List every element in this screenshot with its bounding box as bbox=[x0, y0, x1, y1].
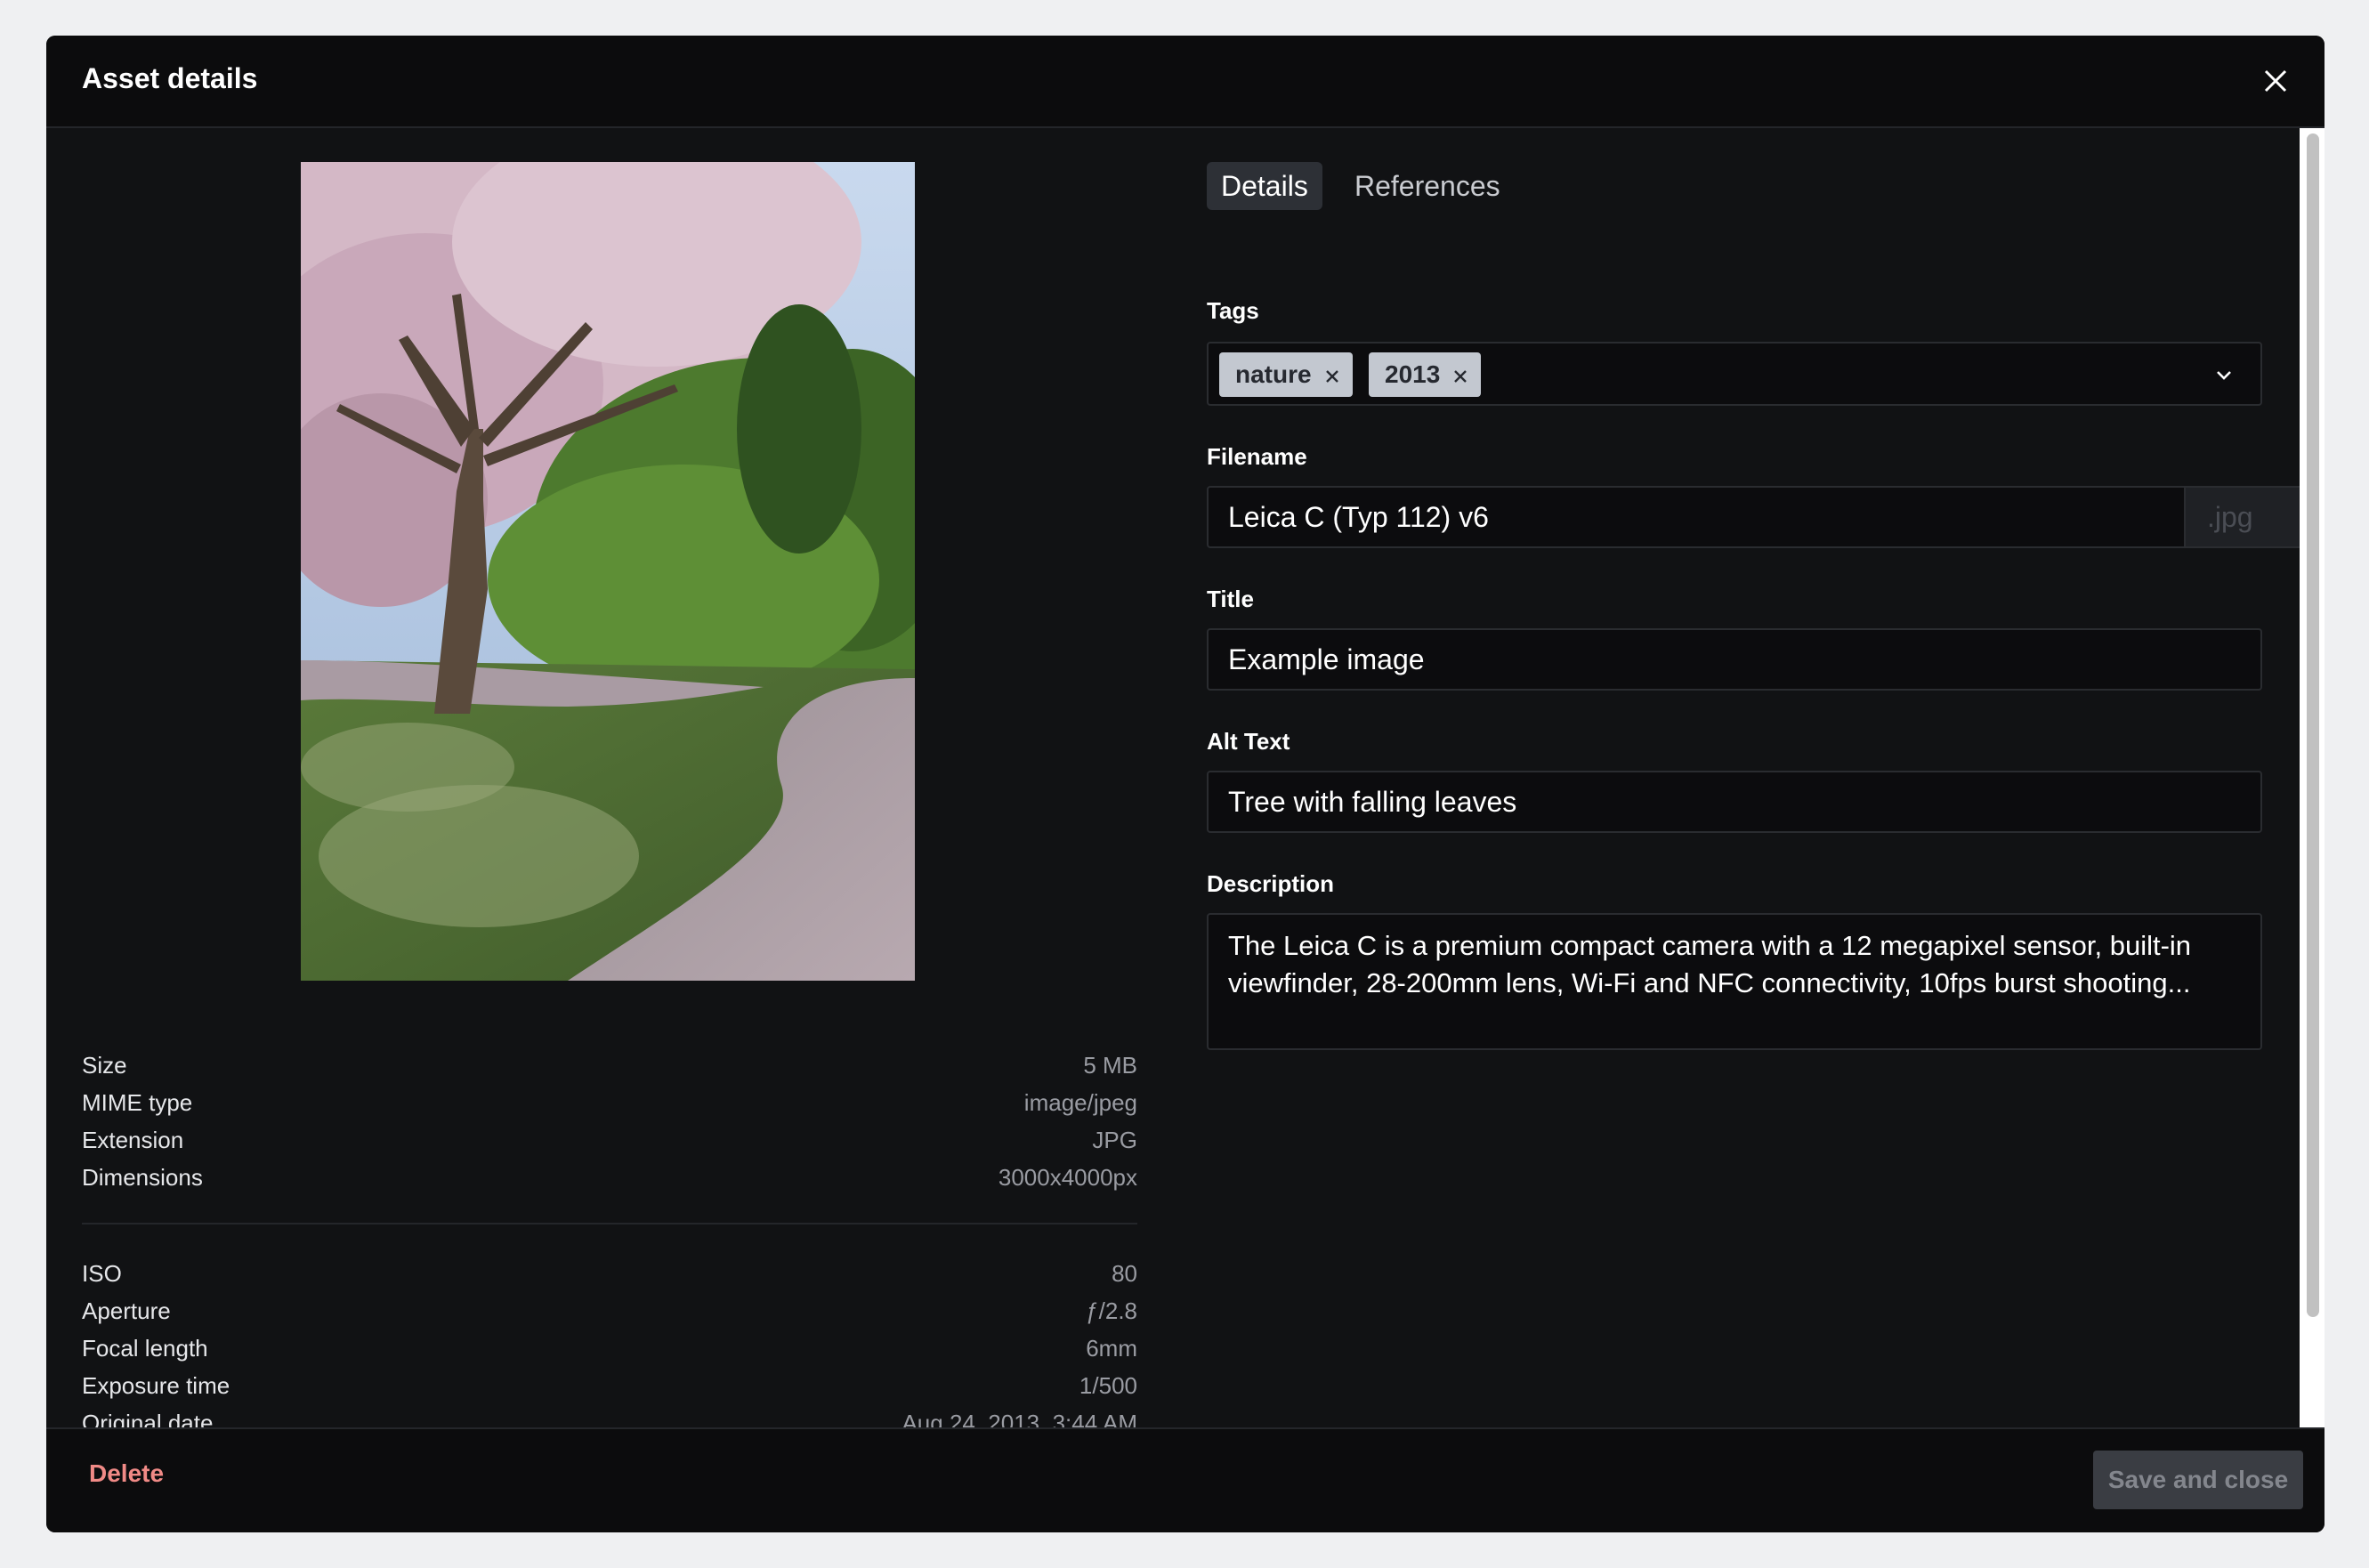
tags-label: Tags bbox=[1207, 297, 1259, 324]
remove-tag-icon[interactable] bbox=[1452, 368, 1468, 384]
meta-row-exposure-time: Exposure time 1/500 bbox=[82, 1367, 1137, 1404]
meta-row-size: Size 5 MB bbox=[82, 1047, 1137, 1084]
meta-value: 1/500 bbox=[1079, 1372, 1137, 1399]
close-icon bbox=[2264, 69, 2287, 93]
title-input[interactable]: Example image bbox=[1207, 628, 2262, 691]
alt-text-label: Alt Text bbox=[1207, 728, 1290, 755]
meta-value: JPG bbox=[1092, 1127, 1137, 1153]
description-label: Description bbox=[1207, 870, 1335, 897]
modal-body: Size 5 MB MIME type image/jpeg Extension… bbox=[46, 128, 2325, 1463]
meta-value: 80 bbox=[1112, 1260, 1137, 1287]
filename-label: Filename bbox=[1207, 443, 1307, 470]
asset-details-modal: Asset details Size 5 MB MIME type image/… bbox=[46, 36, 2325, 1532]
meta-row-mime-type: MIME type image/jpeg bbox=[82, 1084, 1137, 1121]
scrollbar-thumb[interactable] bbox=[2307, 133, 2319, 1317]
modal-footer: Delete Save and close bbox=[46, 1427, 2325, 1532]
meta-label: Dimensions bbox=[82, 1164, 203, 1191]
delete-button[interactable]: Delete bbox=[89, 1459, 164, 1488]
exif-info-list: ISO 80 Aperture ƒ/2.8 Focal length 6mm E… bbox=[82, 1255, 1137, 1442]
meta-value: ƒ/2.8 bbox=[1086, 1297, 1137, 1324]
meta-label: Size bbox=[82, 1052, 127, 1079]
close-button[interactable] bbox=[2253, 59, 2298, 103]
meta-label: ISO bbox=[82, 1260, 122, 1287]
modal-header: Asset details bbox=[46, 36, 2325, 128]
tag-label: nature bbox=[1235, 360, 1312, 388]
meta-label: Exposure time bbox=[82, 1372, 230, 1399]
scrollbar[interactable] bbox=[2300, 128, 2325, 1433]
tags-input[interactable]: nature 2013 bbox=[1207, 342, 2262, 406]
meta-label: Extension bbox=[82, 1127, 184, 1153]
meta-divider bbox=[82, 1223, 1137, 1224]
meta-row-dimensions: Dimensions 3000x4000px bbox=[82, 1159, 1137, 1196]
meta-row-iso: ISO 80 bbox=[82, 1255, 1137, 1292]
title-label: Title bbox=[1207, 586, 1254, 612]
description-textarea[interactable]: The Leica C is a premium compact camera … bbox=[1207, 913, 2262, 1050]
modal-title: Asset details bbox=[82, 62, 258, 94]
filename-extension: .jpg bbox=[2184, 486, 2308, 548]
tag-label: 2013 bbox=[1385, 360, 1441, 388]
tag-chip: nature bbox=[1219, 352, 1353, 397]
filename-input[interactable]: Leica C (Typ 112) v6 bbox=[1207, 486, 2186, 548]
meta-label: Focal length bbox=[82, 1335, 208, 1362]
meta-value: 6mm bbox=[1086, 1335, 1137, 1362]
file-info-list: Size 5 MB MIME type image/jpeg Extension… bbox=[82, 1047, 1137, 1196]
meta-row-focal-length: Focal length 6mm bbox=[82, 1330, 1137, 1367]
alt-text-input[interactable]: Tree with falling leaves bbox=[1207, 771, 2262, 833]
tree-photo bbox=[301, 162, 915, 981]
meta-value: 5 MB bbox=[1083, 1052, 1137, 1079]
meta-row-aperture: Aperture ƒ/2.8 bbox=[82, 1292, 1137, 1330]
meta-label: Aperture bbox=[82, 1297, 171, 1324]
remove-tag-icon[interactable] bbox=[1324, 368, 1340, 384]
save-and-close-button[interactable]: Save and close bbox=[2093, 1451, 2303, 1509]
tab-references[interactable]: References bbox=[1340, 162, 1515, 210]
tag-chip: 2013 bbox=[1369, 352, 1482, 397]
image-preview bbox=[301, 162, 915, 981]
meta-row-extension: Extension JPG bbox=[82, 1121, 1137, 1159]
meta-value: image/jpeg bbox=[1023, 1089, 1137, 1116]
chevron-down-icon[interactable] bbox=[2214, 365, 2234, 384]
meta-value: 3000x4000px bbox=[998, 1164, 1137, 1191]
tab-details[interactable]: Details bbox=[1207, 162, 1322, 210]
meta-label: MIME type bbox=[82, 1089, 193, 1116]
